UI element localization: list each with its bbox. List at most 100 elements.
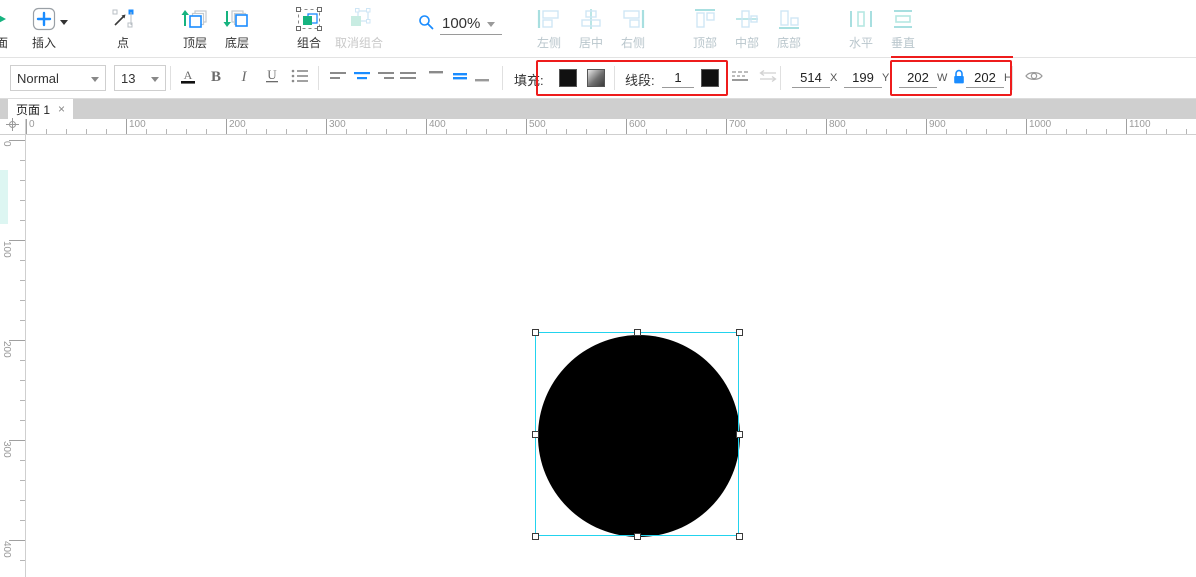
- ruler-h-label: 500: [529, 119, 546, 130]
- bullet-list-button[interactable]: [288, 66, 312, 90]
- drawing-canvas[interactable]: [26, 135, 1196, 577]
- italic-button[interactable]: I: [232, 66, 256, 90]
- horizontal-ruler[interactable]: 0 100 200 300 400 500 600 700 800 900 1000 1100: [26, 119, 1196, 135]
- green-arrow-icon: [0, 4, 11, 34]
- shape-w-input[interactable]: 202: [899, 70, 937, 88]
- underline-U-icon: U: [262, 66, 282, 91]
- valign-middle-icon: [450, 66, 470, 91]
- ruler-h-minor-tick: [66, 129, 67, 134]
- ruler-h-minor-tick: [706, 129, 707, 134]
- ruler-origin-button[interactable]: [0, 117, 26, 135]
- fill-color-swatch[interactable]: [559, 69, 577, 87]
- ruler-v-minor-tick: [20, 480, 25, 481]
- resize-handle-sw[interactable]: [532, 533, 539, 540]
- vertical-ruler[interactable]: 0 100 200 300 400: [0, 135, 26, 577]
- ruler-h-label: 600: [629, 119, 646, 130]
- toolbar-ungroup-label: 取消组合: [334, 36, 383, 50]
- ruler-h-minor-tick: [1186, 129, 1187, 134]
- resize-handle-e[interactable]: [736, 431, 743, 438]
- resize-handle-s[interactable]: [634, 533, 641, 540]
- format-toolbar: Normal 13 A B I U 填充: 线段: 1 514 X 199 Y …: [0, 58, 1196, 99]
- ruler-h-minor-tick: [1106, 129, 1107, 134]
- visibility-eye-button[interactable]: [1022, 66, 1046, 90]
- resize-handle-ne[interactable]: [736, 329, 743, 336]
- ruler-h-label: 100: [129, 119, 146, 130]
- paragraph-style-select[interactable]: Normal: [10, 65, 106, 91]
- align-center-icon: [578, 4, 604, 34]
- toolbar-ungroup[interactable]: 取消组合: [331, 4, 387, 54]
- italic-I-icon: I: [234, 66, 254, 91]
- arrow-style-icon: [757, 66, 779, 91]
- line-width-input[interactable]: 1: [662, 70, 694, 88]
- toolbar-distribute-vertical[interactable]: 垂直: [877, 4, 929, 54]
- line-color-swatch[interactable]: [701, 69, 719, 87]
- insert-dropdown-caret-icon[interactable]: [60, 20, 68, 25]
- font-color-button[interactable]: A: [176, 66, 200, 90]
- valign-bottom-button[interactable]: [470, 66, 494, 90]
- ruler-h-minor-tick: [1166, 129, 1167, 134]
- text-align-left-button[interactable]: [326, 66, 350, 90]
- ruler-h-minor-tick: [246, 129, 247, 134]
- bold-button[interactable]: B: [204, 66, 228, 90]
- ruler-h-minor-tick: [946, 129, 947, 134]
- ruler-h-minor-tick: [446, 129, 447, 134]
- ruler-h-minor-tick: [606, 129, 607, 134]
- line-dash-style-button[interactable]: [730, 66, 754, 90]
- shape-h-input[interactable]: 202: [966, 70, 1004, 88]
- resize-handle-n[interactable]: [634, 329, 641, 336]
- ruler-h-label: 300: [329, 119, 346, 130]
- paragraph-style-value: Normal: [17, 70, 59, 86]
- ruler-h-label: 1000: [1029, 119, 1052, 130]
- text-align-right-button[interactable]: [374, 66, 398, 90]
- fill-gradient-swatch[interactable]: [587, 69, 605, 87]
- ruler-h-minor-tick: [146, 129, 147, 134]
- ruler-h-minor-tick: [986, 129, 987, 134]
- font-size-select[interactable]: 13: [114, 65, 166, 91]
- toolbar-distribute-vertical-label: 垂直: [890, 36, 915, 50]
- text-align-center-button[interactable]: [350, 66, 374, 90]
- toolbar-point[interactable]: 点: [97, 4, 149, 54]
- resize-handle-nw[interactable]: [532, 329, 539, 336]
- align-middle-icon: [734, 4, 760, 34]
- resize-handle-se[interactable]: [736, 533, 743, 540]
- ruler-h-minor-tick: [186, 129, 187, 134]
- page-tab-1[interactable]: 页面 1 ×: [8, 99, 74, 119]
- valign-middle-button[interactable]: [448, 66, 472, 90]
- toolbar-insert[interactable]: 插入: [18, 4, 70, 54]
- previous-tool-partial[interactable]: 面: [0, 4, 14, 54]
- ruler-v-minor-tick: [20, 420, 25, 421]
- align-left-icon: [536, 4, 562, 34]
- line-arrow-style-button[interactable]: [756, 66, 780, 90]
- shape-y-input[interactable]: 199: [844, 70, 882, 88]
- distribute-horizontal-icon: [848, 4, 874, 34]
- ruler-h-minor-tick: [286, 129, 287, 134]
- zoom-dropdown-caret-icon[interactable]: [487, 22, 495, 27]
- toolbar-align-bottom[interactable]: 底部: [763, 4, 815, 54]
- ruler-h-minor-tick: [646, 129, 647, 134]
- ruler-v-minor-tick: [20, 360, 25, 361]
- close-icon[interactable]: ×: [58, 102, 65, 116]
- ruler-h-minor-tick: [1066, 129, 1067, 134]
- underline-button[interactable]: U: [260, 66, 284, 90]
- resize-handle-w[interactable]: [532, 431, 539, 438]
- toolbar-group[interactable]: 组合: [283, 4, 335, 54]
- ruler-h-minor-tick: [406, 129, 407, 134]
- ruler-h-minor-tick: [766, 129, 767, 134]
- ruler-h-label: 200: [229, 119, 246, 130]
- chevron-down-icon: [91, 77, 99, 82]
- shape-y-label: Y: [882, 72, 890, 84]
- text-align-left-icon: [328, 66, 348, 91]
- send-to-back-icon: [223, 4, 251, 34]
- shape-x-input[interactable]: 514: [792, 70, 830, 88]
- text-align-justify-button[interactable]: [396, 66, 420, 90]
- ruler-h-minor-tick: [506, 129, 507, 134]
- ruler-h-minor-tick: [266, 129, 267, 134]
- toolbar-send-to-back[interactable]: 底层: [211, 4, 263, 54]
- valign-top-button[interactable]: [424, 66, 448, 90]
- ruler-h-label: 400: [429, 119, 446, 130]
- ruler-h-minor-tick: [586, 129, 587, 134]
- ruler-h-minor-tick: [206, 129, 207, 134]
- toolbar-align-center-label: 居中: [578, 36, 603, 50]
- toolbar-align-right[interactable]: 右侧: [607, 4, 659, 54]
- align-bottom-icon: [776, 4, 802, 34]
